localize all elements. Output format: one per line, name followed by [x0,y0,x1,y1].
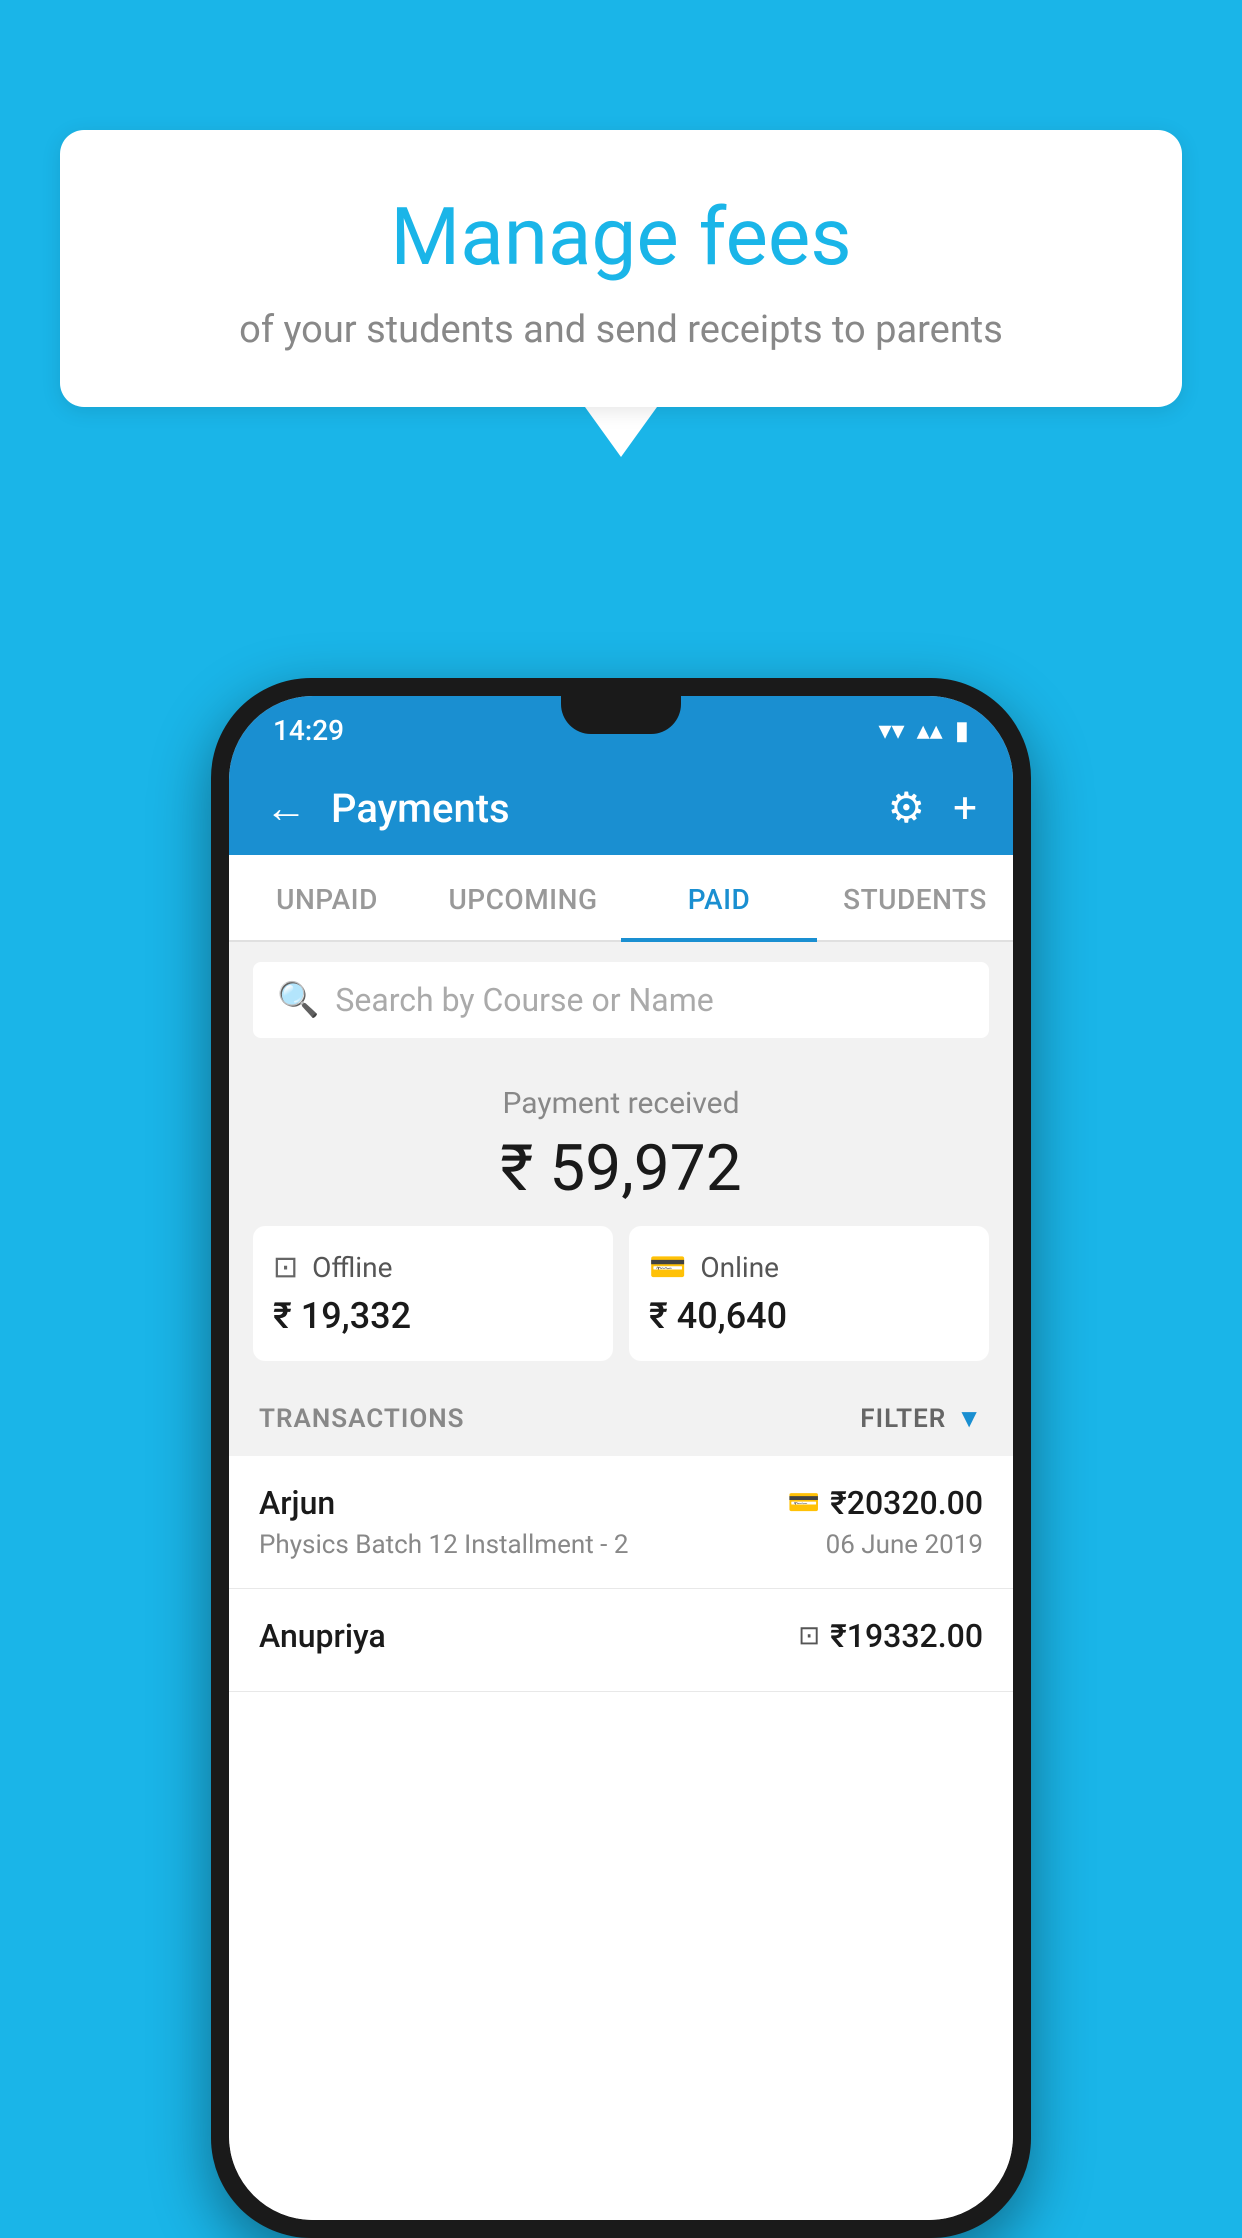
wifi-icon: ▾▾ [878,716,904,746]
add-button[interactable]: + [953,784,977,833]
transaction-detail: Physics Batch 12 Installment - 2 [259,1530,628,1560]
tab-unpaid[interactable]: UNPAID [229,855,425,940]
offline-card: ⊡ Offline ₹ 19,332 [253,1226,613,1361]
tab-upcoming[interactable]: UPCOMING [425,855,621,940]
payment-summary: Payment received ₹ 59,972 ⊡ Offline ₹ 19… [229,1058,1013,1381]
online-amount: ₹ 40,640 [649,1295,969,1337]
transaction-amount: ₹19332.00 [830,1617,983,1655]
bubble-subtitle: of your students and send receipts to pa… [120,308,1122,352]
phone-screen: 14:29 ▾▾ ▴▴ ▮ ← Payments ⚙ + UNPAID UPCO… [229,696,1013,2220]
tab-bar: UNPAID UPCOMING PAID STUDENTS [229,855,1013,942]
card-payment-icon: 💳 [788,1488,820,1518]
cash-payment-icon: ⊡ [798,1621,820,1651]
transaction-name: Anupriya [259,1617,386,1655]
offline-icon: ⊡ [273,1250,298,1285]
filter-label: FILTER [860,1404,946,1434]
transaction-row-1: Arjun 💳 ₹20320.00 [259,1484,983,1522]
header-actions: ⚙ + [888,783,978,833]
app-header: ← Payments ⚙ + [229,761,1013,855]
promo-bubble: Manage fees of your students and send re… [60,130,1182,457]
status-icons: ▾▾ ▴▴ ▮ [878,716,969,746]
search-icon: 🔍 [277,980,319,1020]
transaction-row-2: Physics Batch 12 Installment - 2 06 June… [259,1530,983,1560]
phone-notch [561,696,681,734]
online-card-header: 💳 Online [649,1250,969,1285]
search-bar[interactable]: 🔍 Search by Course or Name [253,962,989,1038]
offline-label: Offline [312,1251,392,1284]
search-placeholder: Search by Course or Name [335,981,713,1019]
filter-icon: ▼ [956,1403,983,1434]
payment-received-label: Payment received [253,1086,989,1121]
bubble-title: Manage fees [120,190,1122,284]
status-time: 14:29 [273,714,344,747]
back-button[interactable]: ← [265,784,307,833]
tab-paid[interactable]: PAID [621,855,817,940]
phone-frame: 14:29 ▾▾ ▴▴ ▮ ← Payments ⚙ + UNPAID UPCO… [211,678,1031,2238]
transactions-header: TRANSACTIONS FILTER ▼ [229,1381,1013,1456]
transaction-name: Arjun [259,1484,335,1522]
transaction-list: Arjun 💳 ₹20320.00 Physics Batch 12 Insta… [229,1456,1013,2220]
search-container: 🔍 Search by Course or Name [229,942,1013,1058]
speech-bubble: Manage fees of your students and send re… [60,130,1182,407]
transaction-amount-row: ⊡ ₹19332.00 [798,1617,983,1655]
online-label: Online [700,1251,779,1284]
payment-cards: ⊡ Offline ₹ 19,332 💳 Online ₹ 40,640 [253,1226,989,1361]
payment-total-amount: ₹ 59,972 [253,1131,989,1206]
offline-card-header: ⊡ Offline [273,1250,593,1285]
filter-button[interactable]: FILTER ▼ [860,1403,983,1434]
transaction-amount: ₹20320.00 [830,1484,983,1522]
offline-amount: ₹ 19,332 [273,1295,593,1337]
settings-button[interactable]: ⚙ [888,783,926,833]
transactions-label: TRANSACTIONS [259,1404,465,1434]
table-row: Anupriya ⊡ ₹19332.00 [229,1589,1013,1692]
signal-icon: ▴▴ [917,716,943,746]
online-card: 💳 Online ₹ 40,640 [629,1226,989,1361]
tab-students[interactable]: STUDENTS [817,855,1013,940]
transaction-row-1: Anupriya ⊡ ₹19332.00 [259,1617,983,1655]
transaction-amount-row: 💳 ₹20320.00 [788,1484,983,1522]
online-icon: 💳 [649,1250,686,1285]
bubble-arrow [585,407,657,457]
header-title: Payments [331,785,888,832]
transaction-date: 06 June 2019 [826,1530,983,1560]
battery-icon: ▮ [955,716,969,746]
table-row: Arjun 💳 ₹20320.00 Physics Batch 12 Insta… [229,1456,1013,1589]
